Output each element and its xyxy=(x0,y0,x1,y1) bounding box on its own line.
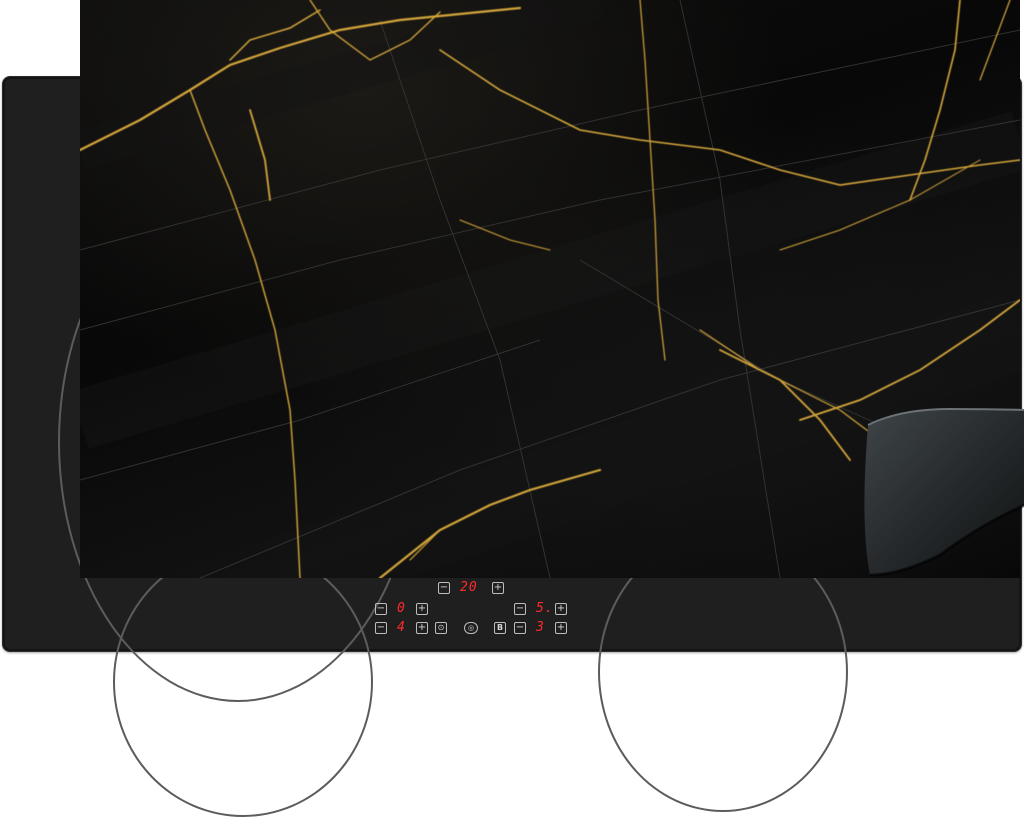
zone-rear-right-plus-button[interactable]: + xyxy=(555,622,567,634)
timer-minus-button[interactable]: − xyxy=(438,582,450,594)
zone-front-left-plus-button[interactable]: + xyxy=(416,603,428,615)
zone-front-left-minus-button[interactable]: − xyxy=(375,603,387,615)
peeled-corner-of-cover xyxy=(864,407,1024,577)
zone-rear-left-plus-button[interactable]: + xyxy=(416,622,428,634)
booster-button[interactable]: B xyxy=(494,622,506,634)
cooking-zone-front-left xyxy=(113,547,373,817)
timer-plus-button[interactable]: + xyxy=(492,582,504,594)
lock-icon[interactable]: ⊙ xyxy=(435,622,447,634)
dual-zone-icon[interactable]: ◎ xyxy=(464,622,478,634)
zone-front-right-minus-button[interactable]: − xyxy=(514,603,526,615)
zone-rear-left-minus-button[interactable]: − xyxy=(375,622,387,634)
zone-rear-right-minus-button[interactable]: − xyxy=(514,622,526,634)
zone-front-right-plus-button[interactable]: + xyxy=(555,603,567,615)
